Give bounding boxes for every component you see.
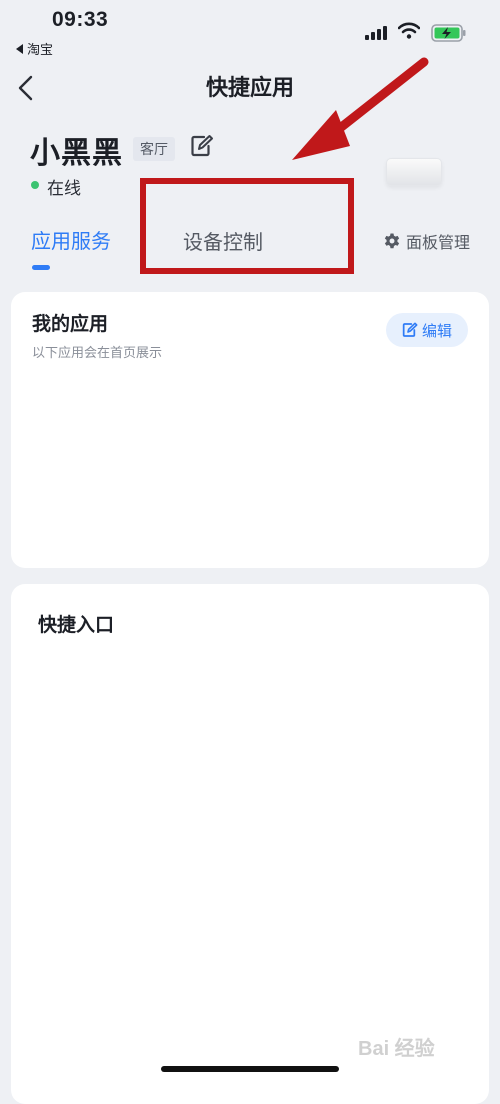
my-apps-title: 我的应用 bbox=[32, 313, 109, 335]
tab-app-services[interactable]: 应用服务 bbox=[31, 225, 111, 254]
quick-entry-title: 快捷入口 bbox=[38, 614, 115, 636]
gear-icon bbox=[384, 233, 400, 249]
online-status-text: 在线 bbox=[47, 179, 81, 199]
room-tag: 客厅 bbox=[133, 137, 175, 161]
back-app-label: 淘宝 bbox=[27, 43, 54, 58]
edit-apps-button[interactable]: 编辑 bbox=[386, 313, 468, 347]
edit-device-name-button[interactable] bbox=[190, 134, 214, 162]
active-tab-indicator bbox=[32, 265, 50, 270]
battery-charging-icon bbox=[431, 24, 467, 46]
edit-icon bbox=[191, 135, 213, 157]
my-apps-subtitle: 以下应用会在首页展示 bbox=[32, 346, 163, 361]
home-indicator[interactable] bbox=[161, 1066, 339, 1072]
cellular-signal-icon bbox=[365, 26, 387, 40]
edit-apps-label: 编辑 bbox=[421, 321, 452, 340]
edit-icon bbox=[402, 322, 418, 337]
back-to-app-link[interactable]: 淘宝 bbox=[16, 39, 53, 58]
status-time: 09:33 bbox=[52, 8, 109, 31]
my-apps-card: 我的应用 以下应用会在首页展示 编辑 bbox=[11, 292, 489, 568]
annotation-highlight-box bbox=[140, 178, 354, 274]
page-title: 快捷应用 bbox=[205, 76, 294, 101]
panel-manage-button[interactable]: 面板管理 bbox=[383, 229, 470, 253]
device-name: 小黑黑 bbox=[30, 136, 123, 171]
quick-entry-card: 快捷入口 bbox=[11, 584, 489, 1104]
watermark: Bai 经验 bbox=[358, 1038, 435, 1060]
panel-manage-label: 面板管理 bbox=[406, 233, 471, 252]
device-image bbox=[386, 158, 442, 186]
wifi-icon bbox=[397, 22, 421, 43]
online-status-dot bbox=[31, 181, 39, 189]
back-triangle-icon bbox=[16, 43, 23, 54]
